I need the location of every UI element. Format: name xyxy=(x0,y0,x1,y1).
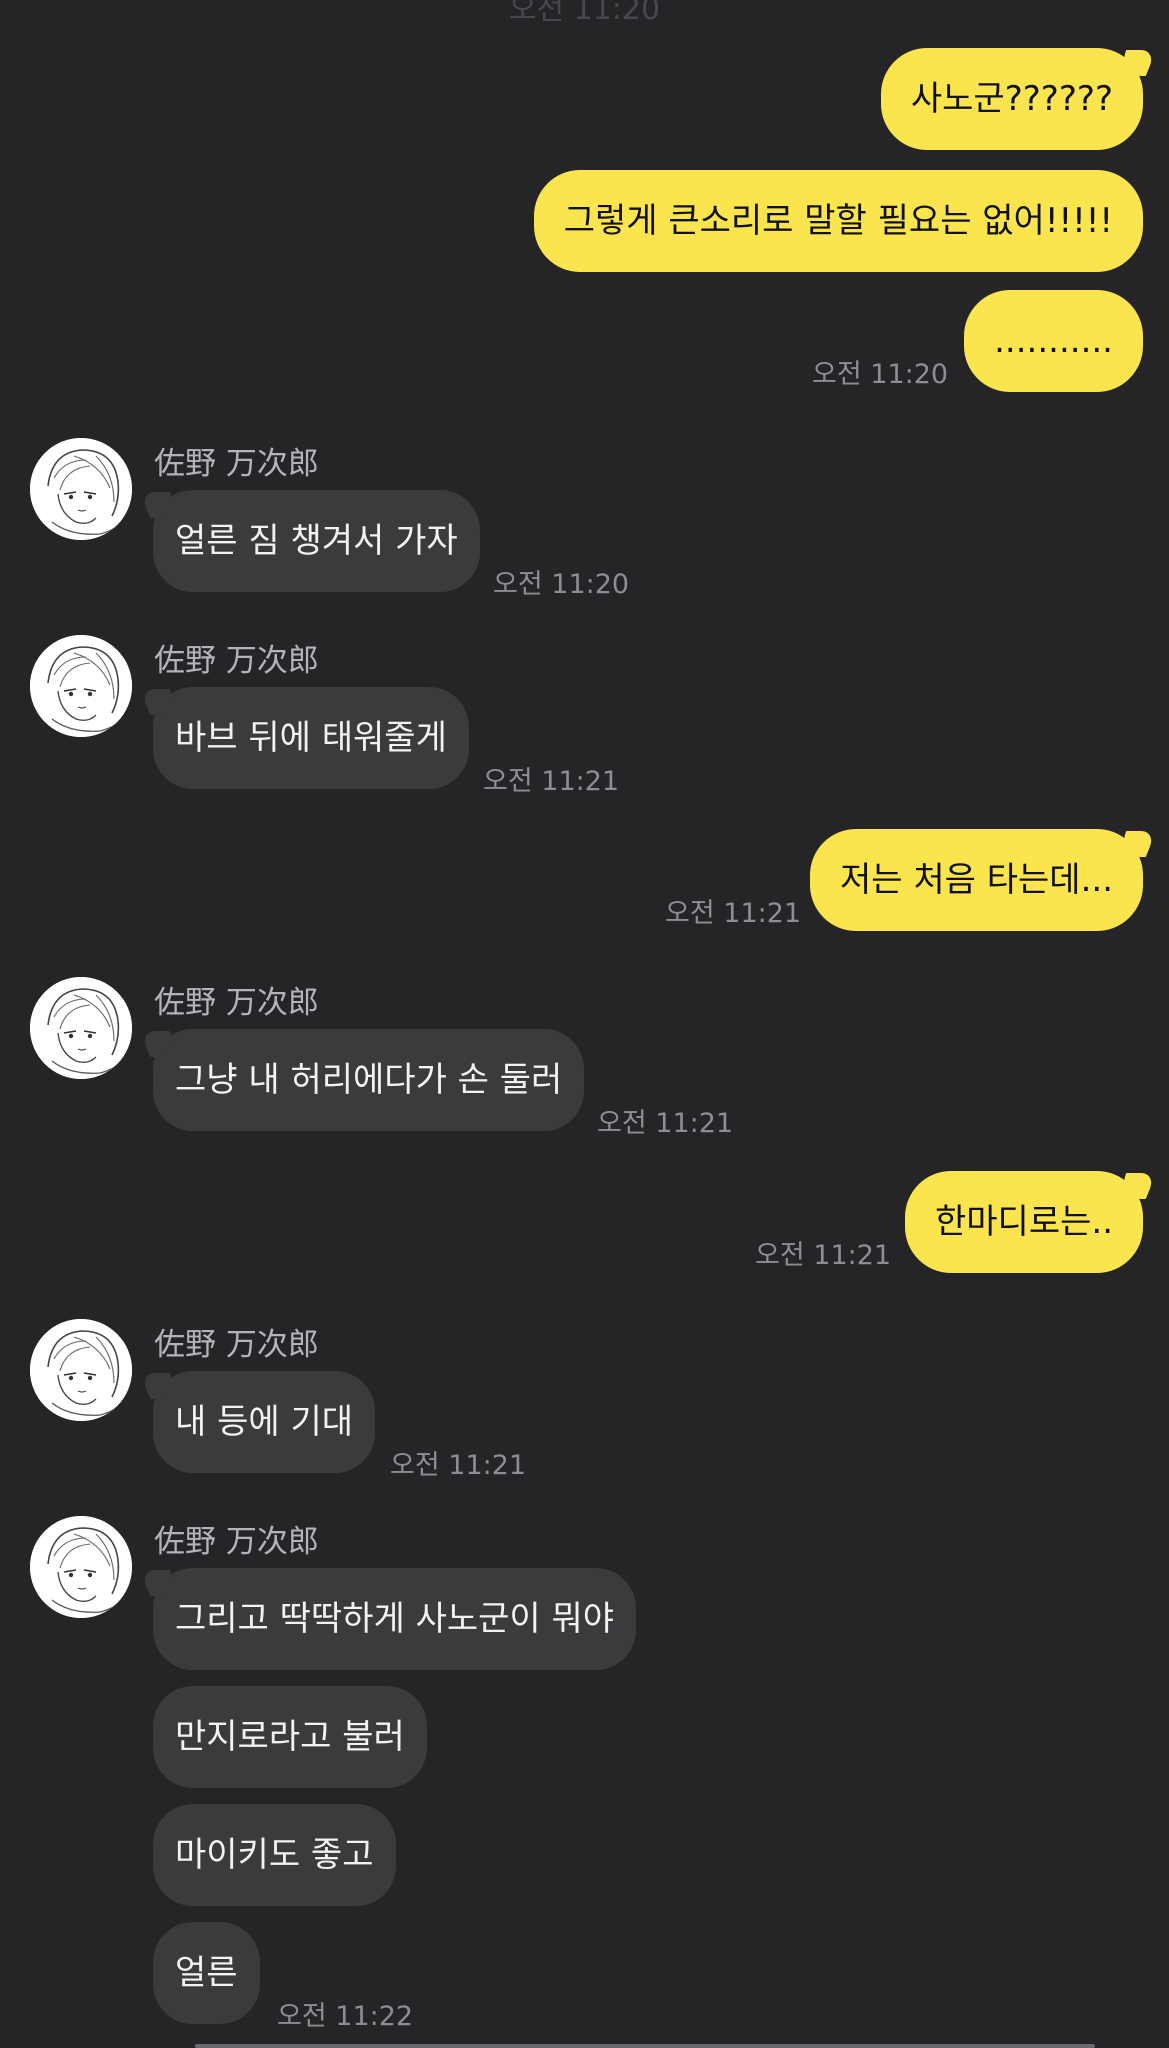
outgoing-message-bubble[interactable]: ........... xyxy=(964,290,1143,392)
avatar[interactable] xyxy=(30,438,132,540)
message-timestamp: 오전 11:20 xyxy=(812,359,949,390)
input-bar-edge xyxy=(195,2044,1095,2048)
message-timestamp: 오전 11:21 xyxy=(483,766,620,797)
outgoing-message-bubble[interactable]: 저는 처음 타는데... xyxy=(810,829,1143,931)
avatar-illustration-icon xyxy=(30,438,132,540)
message-timestamp: 오전 11:21 xyxy=(665,898,802,929)
incoming-message-bubble[interactable]: 만지로라고 불러 xyxy=(153,1686,427,1788)
incoming-message-bubble[interactable]: 그리고 딱딱하게 사노군이 뭐야 xyxy=(153,1568,637,1670)
chat-screen: 오전 11:20 사노군?????? 그렇게 큰소리로 말할 필요는 없어!!!… xyxy=(0,0,1169,2048)
incoming-message-bubble[interactable]: 내 등에 기대 xyxy=(153,1371,376,1473)
avatar-illustration-icon xyxy=(30,1516,132,1618)
sender-name: 佐野 万次郎 xyxy=(154,985,319,1021)
sender-name: 佐野 万次郎 xyxy=(154,1327,319,1363)
avatar-illustration-icon xyxy=(30,977,132,1079)
message-timestamp: 오전 11:21 xyxy=(755,1240,892,1271)
avatar[interactable] xyxy=(30,635,132,737)
sender-name: 佐野 万次郎 xyxy=(154,446,319,482)
incoming-message-bubble[interactable]: 그냥 내 허리에다가 손 둘러 xyxy=(153,1029,585,1131)
top-timestamp-partial: 오전 11:20 xyxy=(508,0,661,27)
message-timestamp: 오전 11:20 xyxy=(493,569,630,600)
message-timestamp: 오전 11:22 xyxy=(277,2001,414,2032)
incoming-message-bubble[interactable]: 마이키도 좋고 xyxy=(153,1804,396,1906)
incoming-message-bubble[interactable]: 바브 뒤에 태워줄게 xyxy=(153,687,469,789)
outgoing-message-bubble[interactable]: 사노군?????? xyxy=(880,48,1143,150)
message-timestamp: 오전 11:21 xyxy=(390,1450,527,1481)
sender-name: 佐野 万次郎 xyxy=(154,643,319,679)
message-timestamp: 오전 11:21 xyxy=(597,1108,734,1139)
avatar-illustration-icon xyxy=(30,635,132,737)
incoming-message-bubble[interactable]: 얼른 짐 챙겨서 가자 xyxy=(153,490,480,592)
incoming-message-bubble[interactable]: 얼른 xyxy=(153,1922,260,2024)
avatar[interactable] xyxy=(30,1319,132,1421)
outgoing-message-bubble[interactable]: 그렇게 큰소리로 말할 필요는 없어!!!!! xyxy=(533,170,1143,272)
avatar[interactable] xyxy=(30,1516,132,1618)
avatar-illustration-icon xyxy=(30,1319,132,1421)
avatar[interactable] xyxy=(30,977,132,1079)
sender-name: 佐野 万次郎 xyxy=(154,1524,319,1560)
outgoing-message-bubble[interactable]: 한마디로는.. xyxy=(904,1171,1143,1273)
